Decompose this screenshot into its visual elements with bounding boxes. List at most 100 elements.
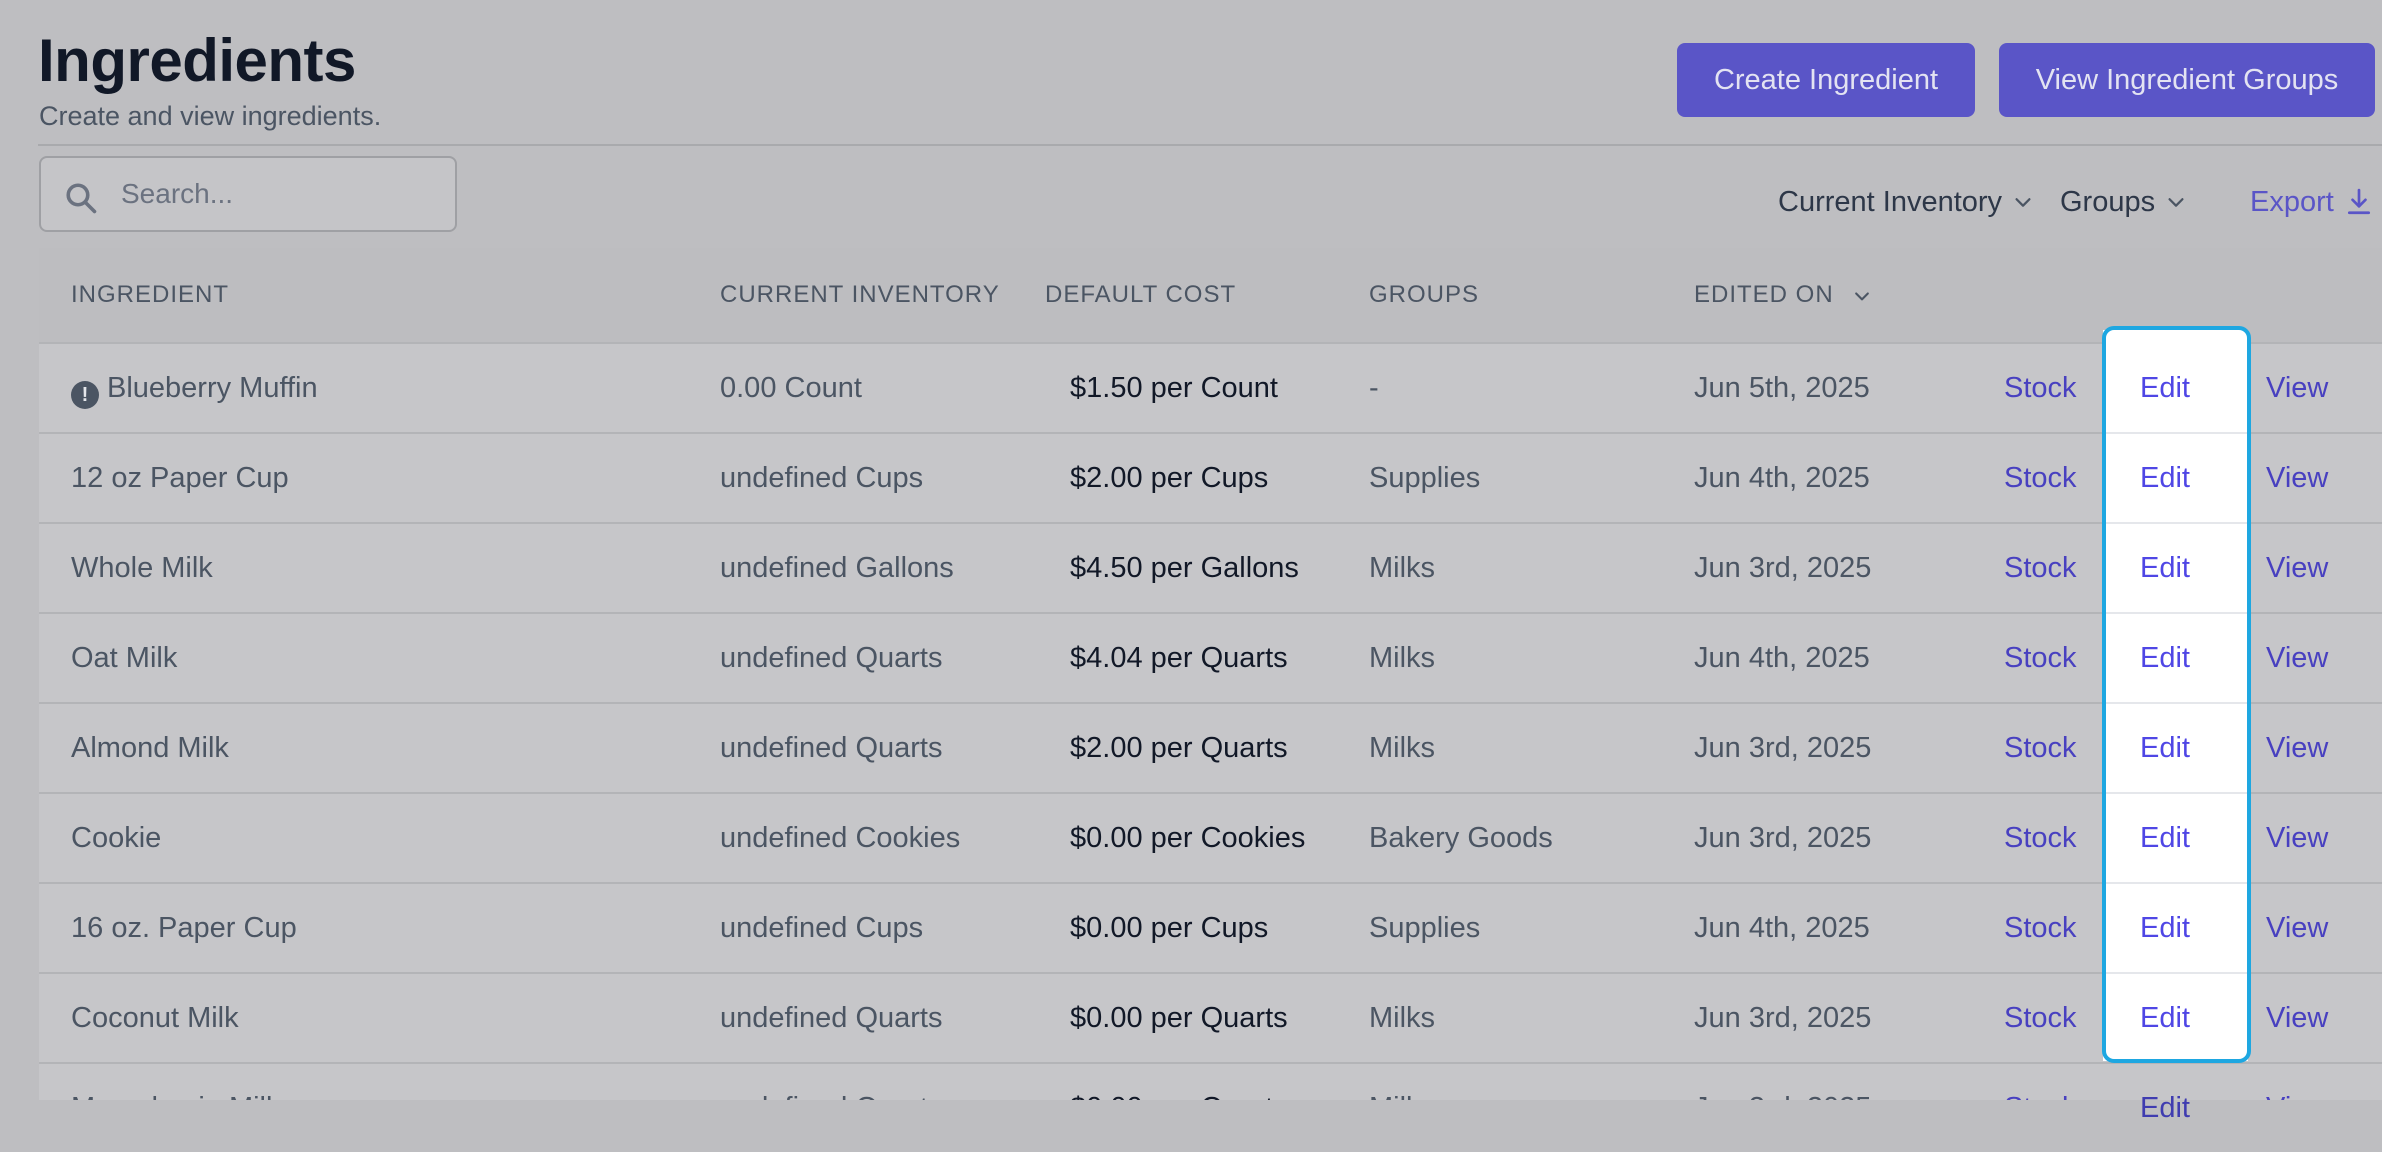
search-input[interactable] [121,174,441,214]
edit-link[interactable]: Edit [2108,884,2222,972]
current-inventory-filter-label: Current Inventory [1778,186,2003,218]
view-ingredient-groups-button[interactable]: View Ingredient Groups [1999,43,2375,117]
table-row: Whole Milk undefined Gallons $4.50 per G… [39,522,2382,612]
ingredient-name-text: Blueberry Muffin [107,372,318,404]
stock-link[interactable]: Stock [2004,1064,2077,1100]
default-cost: $0.00 per Quarts [1070,1064,1288,1100]
current-inventory: undefined Cups [720,912,924,944]
ingredient-name[interactable]: Coconut Milk [71,974,239,1062]
export-button[interactable]: Export [2250,182,2372,222]
current-inventory: undefined Quarts [720,642,943,674]
ingredient-name[interactable]: 16 oz. Paper Cup [71,884,297,972]
table-row: 16 oz. Paper Cup undefined Cups $0.00 pe… [39,882,2382,972]
stock-link[interactable]: Stock [2004,344,2077,432]
header-divider [38,144,2382,146]
table-row: Cookie undefined Cookies $0.00 per Cooki… [39,792,2382,882]
current-inventory: undefined Cookies [720,822,961,854]
column-header-default-cost[interactable]: DEFAULT COST [1045,248,1236,342]
ingredient-name[interactable]: Cookie [71,794,161,882]
ingredient-name[interactable]: Macadamia Milk [71,1064,281,1100]
table-row: ! Blueberry Muffin 0.00 Count $1.50 per C… [39,342,2382,432]
view-link[interactable]: View [2266,794,2328,882]
column-header-edited-on[interactable]: EDITED ON [1694,248,1872,342]
column-header-groups[interactable]: GROUPS [1369,248,1479,342]
warning-icon: ! [71,381,99,409]
view-link[interactable]: View [2266,614,2328,702]
default-cost: $0.00 per Cookies [1070,822,1306,854]
view-link[interactable]: View [2266,884,2328,972]
view-link[interactable]: View [2266,434,2328,522]
stock-link[interactable]: Stock [2004,794,2077,882]
default-cost: $2.00 per Cups [1070,462,1269,494]
edit-link[interactable]: Edit [2108,704,2222,792]
table-row: Almond Milk undefined Quarts $2.00 per Q… [39,702,2382,792]
chevron-down-icon [1854,292,1869,301]
groups: Milks [1369,642,1436,674]
ingredient-name[interactable]: 12 oz Paper Cup [71,434,289,522]
current-inventory: undefined Quarts [720,1002,943,1034]
ingredient-name[interactable]: ! Blueberry Muffin [71,344,318,432]
table-row: Macadamia Milk undefined Quarts $0.00 pe… [39,1062,2382,1100]
edited-on: Jun 5th, 2025 [1694,372,1870,404]
edit-link[interactable]: Edit [2108,794,2222,882]
current-inventory: undefined Gallons [720,552,954,584]
edit-link[interactable]: Edit [2108,1064,2222,1152]
stock-link[interactable]: Stock [2004,974,2077,1062]
stock-link[interactable]: Stock [2004,434,2077,522]
export-label: Export [2250,186,2334,218]
groups: Supplies [1369,912,1481,944]
download-icon [2347,188,2370,215]
edit-link[interactable]: Edit [2108,524,2222,612]
current-inventory: 0.00 Count [720,372,862,404]
ingredients-table: INGREDIENT CURRENT INVENTORY DEFAULT COS… [39,248,2382,1100]
current-inventory: undefined Quarts [720,1064,942,1100]
ingredient-name[interactable]: Oat Milk [71,614,177,702]
current-inventory-filter[interactable]: Current Inventory [1778,182,2034,222]
stock-link[interactable]: Stock [2004,704,2077,792]
edit-link[interactable]: Edit [2108,344,2222,432]
column-header-edited-on-label: EDITED ON [1694,281,1834,308]
view-link[interactable]: View [2266,704,2328,792]
groups: Milks [1369,1064,1435,1100]
table-row: Oat Milk undefined Quarts $4.04 per Quar… [39,612,2382,702]
column-header-current-inventory[interactable]: CURRENT INVENTORY [720,248,1000,342]
view-link[interactable]: View [2266,344,2328,432]
groups: Bakery Goods [1369,822,1553,854]
edited-on: Jun 3rd, 2025 [1694,1064,1871,1100]
search-box[interactable] [39,156,457,232]
edited-on: Jun 3rd, 2025 [1694,1002,1872,1034]
groups: Milks [1369,1002,1436,1034]
default-cost: $2.00 per Quarts [1070,732,1288,764]
groups-filter-label: Groups [2060,186,2156,218]
groups: Milks [1369,552,1436,584]
groups-filter[interactable]: Groups [2060,182,2187,222]
default-cost: $0.00 per Quarts [1070,1002,1288,1034]
stock-link[interactable]: Stock [2004,614,2077,702]
edited-on: Jun 4th, 2025 [1694,462,1870,494]
edit-link[interactable]: Edit [2108,614,2222,702]
table-row: Coconut Milk undefined Quarts $0.00 per … [39,972,2382,1062]
stock-link[interactable]: Stock [2004,524,2077,612]
default-cost: $4.04 per Quarts [1070,642,1288,674]
create-ingredient-button[interactable]: Create Ingredient [1677,43,1975,117]
view-link[interactable]: View [2266,524,2328,612]
search-icon [66,183,97,214]
edit-link[interactable]: Edit [2108,434,2222,522]
stock-link[interactable]: Stock [2004,884,2077,972]
table-header: INGREDIENT CURRENT INVENTORY DEFAULT COS… [39,248,2382,342]
edited-on: Jun 3rd, 2025 [1694,732,1872,764]
default-cost: $4.50 per Gallons [1070,552,1299,584]
current-inventory: undefined Cups [720,462,924,494]
column-header-ingredient[interactable]: INGREDIENT [71,248,229,342]
current-inventory: undefined Quarts [720,732,943,764]
view-link[interactable]: View [2266,1064,2328,1100]
edited-on: Jun 4th, 2025 [1694,642,1870,674]
edited-on: Jun 3rd, 2025 [1694,822,1872,854]
ingredient-name[interactable]: Almond Milk [71,704,229,792]
ingredient-name[interactable]: Whole Milk [71,524,213,612]
groups: Supplies [1369,462,1481,494]
edit-link[interactable]: Edit [2108,974,2222,1062]
view-link[interactable]: View [2266,974,2328,1062]
page-title: Ingredients [38,27,356,94]
chevron-down-icon [2168,198,2184,207]
